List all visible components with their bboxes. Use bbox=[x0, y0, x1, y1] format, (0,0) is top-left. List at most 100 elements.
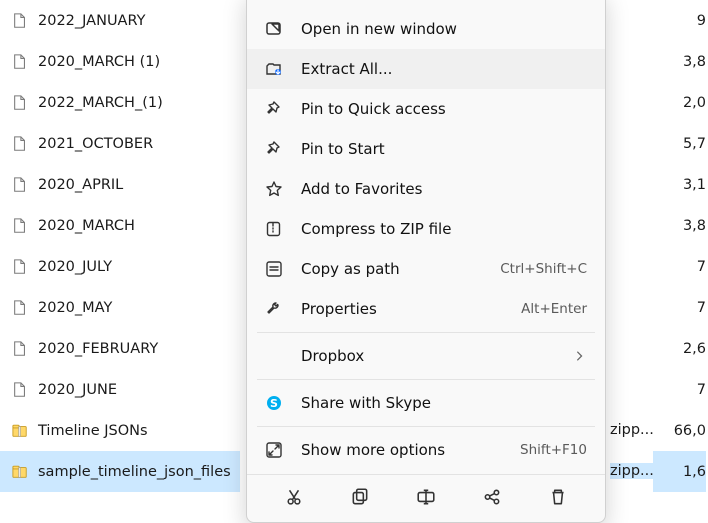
menu-item-properties[interactable]: Properties Alt+Enter bbox=[247, 289, 605, 329]
file-name: 2020_MARCH (1) bbox=[38, 54, 160, 70]
file-size: 3,8 bbox=[653, 205, 706, 246]
menu-separator bbox=[257, 426, 595, 427]
menu-item-show-more[interactable]: Show more options Shift+F10 bbox=[247, 430, 605, 470]
file-size: 2,6 bbox=[653, 328, 706, 369]
file-name: 2022_MARCH_(1) bbox=[38, 95, 163, 111]
document-icon bbox=[12, 341, 28, 357]
menu-item-label: Extract All... bbox=[301, 60, 587, 78]
context-menu: Open in new tab Open in new window Extract… bbox=[246, 0, 606, 523]
file-row[interactable]: 2022_JANUARY bbox=[0, 0, 240, 41]
menu-shortcut: Shift+F10 bbox=[520, 442, 587, 458]
document-icon bbox=[12, 95, 28, 111]
menu-item-label: Compress to ZIP file bbox=[301, 220, 587, 238]
extract-icon bbox=[265, 60, 283, 78]
size-column: 93,82,05,73,13,8772,6766,01,6 bbox=[653, 0, 708, 492]
document-icon bbox=[12, 136, 28, 152]
file-row[interactable]: Timeline JSONs bbox=[0, 410, 240, 451]
menu-item-label: Open in new window bbox=[301, 20, 587, 38]
zip-folder-icon bbox=[12, 464, 28, 480]
menu-item-label: Share with Skype bbox=[301, 394, 587, 412]
file-size: 2,0 bbox=[653, 82, 706, 123]
cut-icon[interactable] bbox=[281, 484, 307, 510]
context-menu-icon-bar bbox=[247, 474, 605, 518]
file-type-fragment: zipp... bbox=[610, 463, 654, 479]
file-size: 7 bbox=[653, 369, 706, 410]
document-icon bbox=[12, 54, 28, 70]
file-row[interactable]: 2020_MAY bbox=[0, 287, 240, 328]
menu-item-label: Copy as path bbox=[301, 260, 482, 278]
file-name: 2020_JULY bbox=[38, 259, 112, 275]
rename-icon[interactable] bbox=[413, 484, 439, 510]
skype-icon bbox=[265, 394, 283, 412]
menu-item-copy-path[interactable]: Copy as path Ctrl+Shift+C bbox=[247, 249, 605, 289]
file-row[interactable]: 2020_APRIL bbox=[0, 164, 240, 205]
file-size: 9 bbox=[653, 0, 706, 41]
menu-item-compress-zip[interactable]: Compress to ZIP file bbox=[247, 209, 605, 249]
file-name: 2020_MARCH bbox=[38, 218, 135, 234]
menu-shortcut: Ctrl+Shift+C bbox=[500, 261, 587, 277]
file-row[interactable]: sample_timeline_json_files bbox=[0, 451, 240, 492]
file-row[interactable]: 2020_JUNE bbox=[0, 369, 240, 410]
document-icon bbox=[12, 218, 28, 234]
menu-item-label: Pin to Quick access bbox=[301, 100, 587, 118]
document-icon bbox=[12, 300, 28, 316]
delete-icon[interactable] bbox=[545, 484, 571, 510]
expand-icon bbox=[265, 441, 283, 459]
file-row[interactable]: 2020_MARCH (1) bbox=[0, 41, 240, 82]
file-name: 2020_FEBRUARY bbox=[38, 341, 158, 357]
menu-shortcut: Alt+Enter bbox=[521, 301, 587, 317]
menu-item-extract-all[interactable]: Extract All... bbox=[247, 49, 605, 89]
file-name: Timeline JSONs bbox=[38, 423, 148, 439]
menu-item-label: Dropbox bbox=[301, 347, 555, 365]
file-size: 5,7 bbox=[653, 123, 706, 164]
menu-item-label: Show more options bbox=[301, 441, 502, 459]
file-row[interactable]: 2021_OCTOBER bbox=[0, 123, 240, 164]
file-size: 3,8 bbox=[653, 41, 706, 82]
file-type-fragment: zipp... bbox=[610, 422, 654, 438]
menu-item-label: Pin to Start bbox=[301, 140, 587, 158]
menu-separator bbox=[257, 332, 595, 333]
new-window-icon bbox=[265, 20, 283, 38]
file-row[interactable]: 2020_FEBRUARY bbox=[0, 328, 240, 369]
wrench-icon bbox=[265, 300, 283, 318]
file-size: 7 bbox=[653, 246, 706, 287]
pin-icon bbox=[265, 100, 283, 118]
blank-icon bbox=[265, 347, 283, 365]
file-list: 2022_JANUARY 2020_MARCH (1) 2022_MARCH_(1)… bbox=[0, 0, 240, 492]
menu-item-label: Properties bbox=[301, 300, 503, 318]
document-icon bbox=[12, 13, 28, 29]
file-name: 2021_OCTOBER bbox=[38, 136, 153, 152]
copy-icon[interactable] bbox=[347, 484, 373, 510]
menu-item-open-new-tab[interactable]: Open in new tab bbox=[247, 0, 605, 9]
file-row[interactable]: 2020_JULY bbox=[0, 246, 240, 287]
menu-item-pin-start[interactable]: Pin to Start bbox=[247, 129, 605, 169]
zip-folder-icon bbox=[12, 423, 28, 439]
file-name: sample_timeline_json_files bbox=[38, 464, 231, 480]
document-icon bbox=[12, 177, 28, 193]
file-name: 2022_JANUARY bbox=[38, 13, 145, 29]
zip-icon bbox=[265, 220, 283, 238]
file-name: 2020_MAY bbox=[38, 300, 112, 316]
chevron-right-icon bbox=[573, 349, 587, 363]
menu-item-favorites[interactable]: Add to Favorites bbox=[247, 169, 605, 209]
menu-separator bbox=[257, 379, 595, 380]
menu-item-pin-quick[interactable]: Pin to Quick access bbox=[247, 89, 605, 129]
file-row[interactable]: 2022_MARCH_(1) bbox=[0, 82, 240, 123]
file-size: 66,0 bbox=[653, 410, 706, 451]
menu-item-open-new-window[interactable]: Open in new window bbox=[247, 9, 605, 49]
file-row[interactable]: 2020_MARCH bbox=[0, 205, 240, 246]
document-icon bbox=[12, 382, 28, 398]
file-name: 2020_APRIL bbox=[38, 177, 123, 193]
document-icon bbox=[12, 259, 28, 275]
file-size: 1,6 bbox=[653, 451, 706, 492]
share-icon[interactable] bbox=[479, 484, 505, 510]
menu-item-dropbox[interactable]: Dropbox bbox=[247, 336, 605, 376]
copy-path-icon bbox=[265, 260, 283, 278]
file-size: 3,1 bbox=[653, 164, 706, 205]
menu-item-skype[interactable]: Share with Skype bbox=[247, 383, 605, 423]
file-name: 2020_JUNE bbox=[38, 382, 117, 398]
pin-icon bbox=[265, 140, 283, 158]
file-size: 7 bbox=[653, 287, 706, 328]
star-icon bbox=[265, 180, 283, 198]
menu-item-label: Add to Favorites bbox=[301, 180, 587, 198]
